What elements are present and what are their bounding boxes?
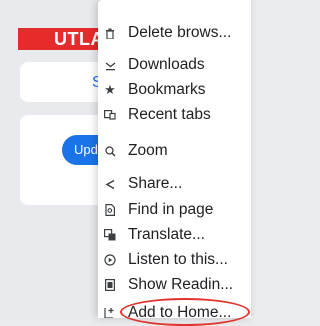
recent-tabs-icon [104, 108, 116, 122]
menu-item-downloads[interactable]: Downloads [98, 52, 251, 78]
play-icon [104, 253, 116, 267]
menu-item-translate[interactable]: Translate... [98, 222, 251, 248]
trash-icon [104, 26, 116, 40]
menu-item-add-to-home[interactable]: Add to Home... [98, 300, 251, 318]
menu-item-delete-browsing-data[interactable]: Delete brows... [98, 20, 251, 46]
find-icon [104, 203, 116, 217]
menu-item-zoom[interactable]: Zoom [98, 138, 251, 164]
star-icon: ★ [104, 82, 116, 97]
menu-item-find-in-page[interactable]: Find in page [98, 197, 251, 223]
share-icon [104, 177, 116, 191]
menu-item-bookmarks[interactable]: ★ Bookmarks [98, 77, 251, 103]
menu-item-share[interactable]: Share... [98, 171, 251, 197]
reader-icon [104, 278, 116, 292]
menu-item-listen[interactable]: Listen to this... [98, 247, 251, 273]
translate-icon [104, 228, 116, 242]
add-home-icon [104, 306, 116, 318]
zoom-icon [104, 144, 116, 158]
overflow-menu: Delete brows... Downloads ★ Bookmarks Re… [98, 0, 251, 318]
download-icon [104, 58, 116, 72]
menu-item-recent-tabs[interactable]: Recent tabs [98, 102, 251, 128]
menu-item-reader-mode[interactable]: Show Readin... [98, 272, 251, 298]
